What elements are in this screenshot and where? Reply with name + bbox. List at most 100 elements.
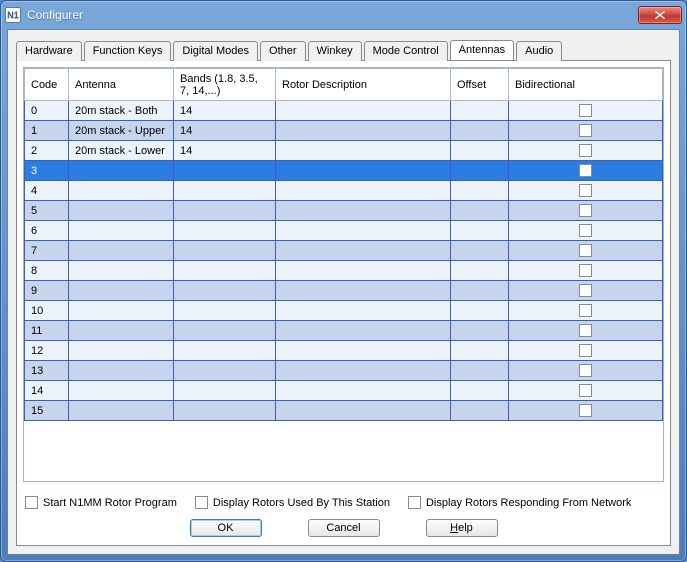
cell-rotor[interactable] bbox=[276, 261, 451, 281]
cell-bands[interactable] bbox=[174, 161, 276, 181]
tab-mode-control[interactable]: Mode Control bbox=[364, 41, 448, 61]
cell-bands[interactable] bbox=[174, 241, 276, 261]
close-button[interactable] bbox=[638, 6, 682, 24]
cell-code[interactable]: 0 bbox=[25, 101, 69, 121]
cell-offset[interactable] bbox=[451, 241, 509, 261]
cell-bidirectional[interactable] bbox=[509, 281, 663, 301]
table-row[interactable]: 120m stack - Upper14 bbox=[25, 121, 663, 141]
col-header-antenna[interactable]: Antenna bbox=[69, 69, 174, 101]
table-row[interactable]: 5 bbox=[25, 201, 663, 221]
cell-rotor[interactable] bbox=[276, 201, 451, 221]
cell-code[interactable]: 13 bbox=[25, 361, 69, 381]
cell-code[interactable]: 8 bbox=[25, 261, 69, 281]
cell-antenna[interactable] bbox=[69, 161, 174, 181]
cell-bidirectional[interactable] bbox=[509, 161, 663, 181]
cell-offset[interactable] bbox=[451, 181, 509, 201]
tab-winkey[interactable]: Winkey bbox=[308, 41, 362, 61]
cell-antenna[interactable]: 20m stack - Both bbox=[69, 101, 174, 121]
cell-offset[interactable] bbox=[451, 301, 509, 321]
cell-offset[interactable] bbox=[451, 341, 509, 361]
cell-code[interactable]: 15 bbox=[25, 401, 69, 421]
table-row[interactable]: 020m stack - Both14 bbox=[25, 101, 663, 121]
start-rotor-checkbox[interactable]: Start N1MM Rotor Program bbox=[25, 496, 177, 509]
antenna-grid[interactable]: Code Antenna Bands (1.8, 3.5, 7, 14,...)… bbox=[23, 67, 664, 482]
display-rotors-network-checkbox[interactable]: Display Rotors Responding From Network bbox=[408, 496, 631, 509]
cell-bidirectional[interactable] bbox=[509, 341, 663, 361]
cell-offset[interactable] bbox=[451, 201, 509, 221]
cell-bands[interactable] bbox=[174, 201, 276, 221]
cell-offset[interactable] bbox=[451, 101, 509, 121]
cell-code[interactable]: 11 bbox=[25, 321, 69, 341]
cell-rotor[interactable] bbox=[276, 141, 451, 161]
cell-rotor[interactable] bbox=[276, 221, 451, 241]
cell-code[interactable]: 7 bbox=[25, 241, 69, 261]
cell-bands[interactable] bbox=[174, 301, 276, 321]
cell-bidirectional[interactable] bbox=[509, 241, 663, 261]
col-header-bands[interactable]: Bands (1.8, 3.5, 7, 14,...) bbox=[174, 69, 276, 101]
cell-rotor[interactable] bbox=[276, 121, 451, 141]
cell-rotor[interactable] bbox=[276, 341, 451, 361]
table-row[interactable]: 8 bbox=[25, 261, 663, 281]
cell-bidirectional[interactable] bbox=[509, 101, 663, 121]
cell-antenna[interactable] bbox=[69, 201, 174, 221]
cell-code[interactable]: 10 bbox=[25, 301, 69, 321]
tab-function-keys[interactable]: Function Keys bbox=[84, 41, 172, 61]
cell-rotor[interactable] bbox=[276, 101, 451, 121]
cell-bidirectional[interactable] bbox=[509, 201, 663, 221]
table-row[interactable]: 14 bbox=[25, 381, 663, 401]
cell-offset[interactable] bbox=[451, 401, 509, 421]
cell-bands[interactable] bbox=[174, 261, 276, 281]
col-header-code[interactable]: Code bbox=[25, 69, 69, 101]
cell-offset[interactable] bbox=[451, 261, 509, 281]
cell-code[interactable]: 5 bbox=[25, 201, 69, 221]
tab-audio[interactable]: Audio bbox=[516, 41, 562, 61]
cell-bidirectional[interactable] bbox=[509, 361, 663, 381]
cell-bands[interactable]: 14 bbox=[174, 141, 276, 161]
cell-bands[interactable] bbox=[174, 381, 276, 401]
cell-rotor[interactable] bbox=[276, 301, 451, 321]
cell-rotor[interactable] bbox=[276, 161, 451, 181]
cell-rotor[interactable] bbox=[276, 241, 451, 261]
cell-code[interactable]: 6 bbox=[25, 221, 69, 241]
cell-rotor[interactable] bbox=[276, 281, 451, 301]
cell-bidirectional[interactable] bbox=[509, 401, 663, 421]
cell-rotor[interactable] bbox=[276, 401, 451, 421]
cell-bidirectional[interactable] bbox=[509, 141, 663, 161]
cell-code[interactable]: 12 bbox=[25, 341, 69, 361]
cell-offset[interactable] bbox=[451, 161, 509, 181]
cell-bidirectional[interactable] bbox=[509, 121, 663, 141]
cell-antenna[interactable] bbox=[69, 281, 174, 301]
cell-antenna[interactable] bbox=[69, 241, 174, 261]
cell-antenna[interactable] bbox=[69, 301, 174, 321]
cell-bands[interactable] bbox=[174, 341, 276, 361]
col-header-bidir[interactable]: Bidirectional bbox=[509, 69, 663, 101]
tab-other[interactable]: Other bbox=[260, 41, 306, 61]
tab-hardware[interactable]: Hardware bbox=[16, 41, 82, 61]
table-row[interactable]: 3 bbox=[25, 161, 663, 181]
cell-antenna[interactable] bbox=[69, 221, 174, 241]
cell-code[interactable]: 3 bbox=[25, 161, 69, 181]
cell-rotor[interactable] bbox=[276, 321, 451, 341]
cell-offset[interactable] bbox=[451, 121, 509, 141]
cell-offset[interactable] bbox=[451, 321, 509, 341]
cell-offset[interactable] bbox=[451, 141, 509, 161]
table-row[interactable]: 10 bbox=[25, 301, 663, 321]
col-header-rotor[interactable]: Rotor Description bbox=[276, 69, 451, 101]
display-rotors-used-checkbox[interactable]: Display Rotors Used By This Station bbox=[195, 496, 390, 509]
cell-bands[interactable] bbox=[174, 321, 276, 341]
cell-code[interactable]: 14 bbox=[25, 381, 69, 401]
table-row[interactable]: 4 bbox=[25, 181, 663, 201]
tab-antennas[interactable]: Antennas bbox=[450, 40, 514, 60]
help-button[interactable]: Help bbox=[426, 519, 498, 537]
cell-bands[interactable] bbox=[174, 361, 276, 381]
cell-bidirectional[interactable] bbox=[509, 221, 663, 241]
cell-rotor[interactable] bbox=[276, 381, 451, 401]
cell-bands[interactable]: 14 bbox=[174, 121, 276, 141]
cell-bands[interactable] bbox=[174, 401, 276, 421]
cancel-button[interactable]: Cancel bbox=[308, 519, 380, 537]
table-row[interactable]: 15 bbox=[25, 401, 663, 421]
cell-offset[interactable] bbox=[451, 381, 509, 401]
cell-bidirectional[interactable] bbox=[509, 181, 663, 201]
cell-antenna[interactable] bbox=[69, 181, 174, 201]
cell-bidirectional[interactable] bbox=[509, 321, 663, 341]
